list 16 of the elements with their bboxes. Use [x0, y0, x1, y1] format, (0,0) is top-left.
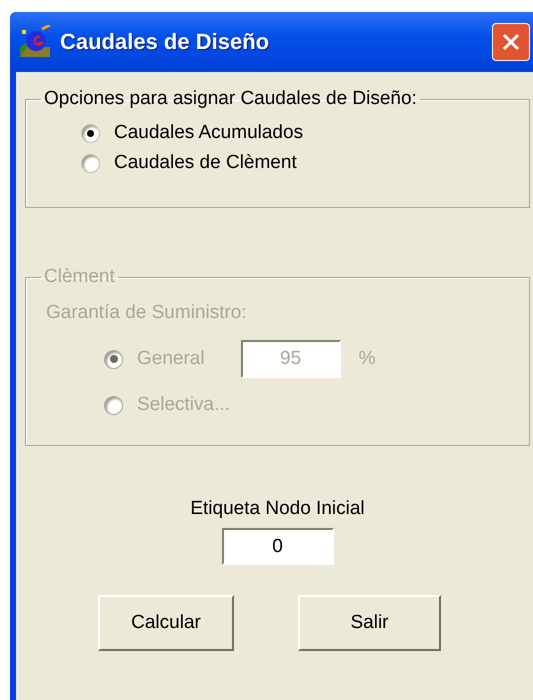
field-label: Etiqueta Nodo Inicial: [190, 498, 365, 520]
close-button[interactable]: [492, 23, 530, 61]
group-title: Opciones para asignar Caudales de Diseño:: [44, 88, 417, 109]
close-icon: [501, 32, 521, 52]
app-icon: [18, 25, 52, 59]
radio-label[interactable]: Caudales Acumulados: [114, 122, 304, 144]
dialog-button[interactable]: Salir: [298, 595, 441, 651]
node-field[interactable]: 0: [222, 528, 334, 565]
dialog-button[interactable]: Calcular: [98, 595, 234, 651]
unit-label: %: [358, 348, 376, 370]
radio-button[interactable]: [81, 124, 100, 142]
radio-label[interactable]: Caudales de Clèment: [114, 152, 297, 174]
window-title: Caudales de Diseño: [60, 29, 270, 55]
group-label: Garantía de Suministro:: [45, 301, 248, 324]
radio-button[interactable]: [81, 154, 100, 172]
group-title: Clèment: [44, 266, 115, 287]
